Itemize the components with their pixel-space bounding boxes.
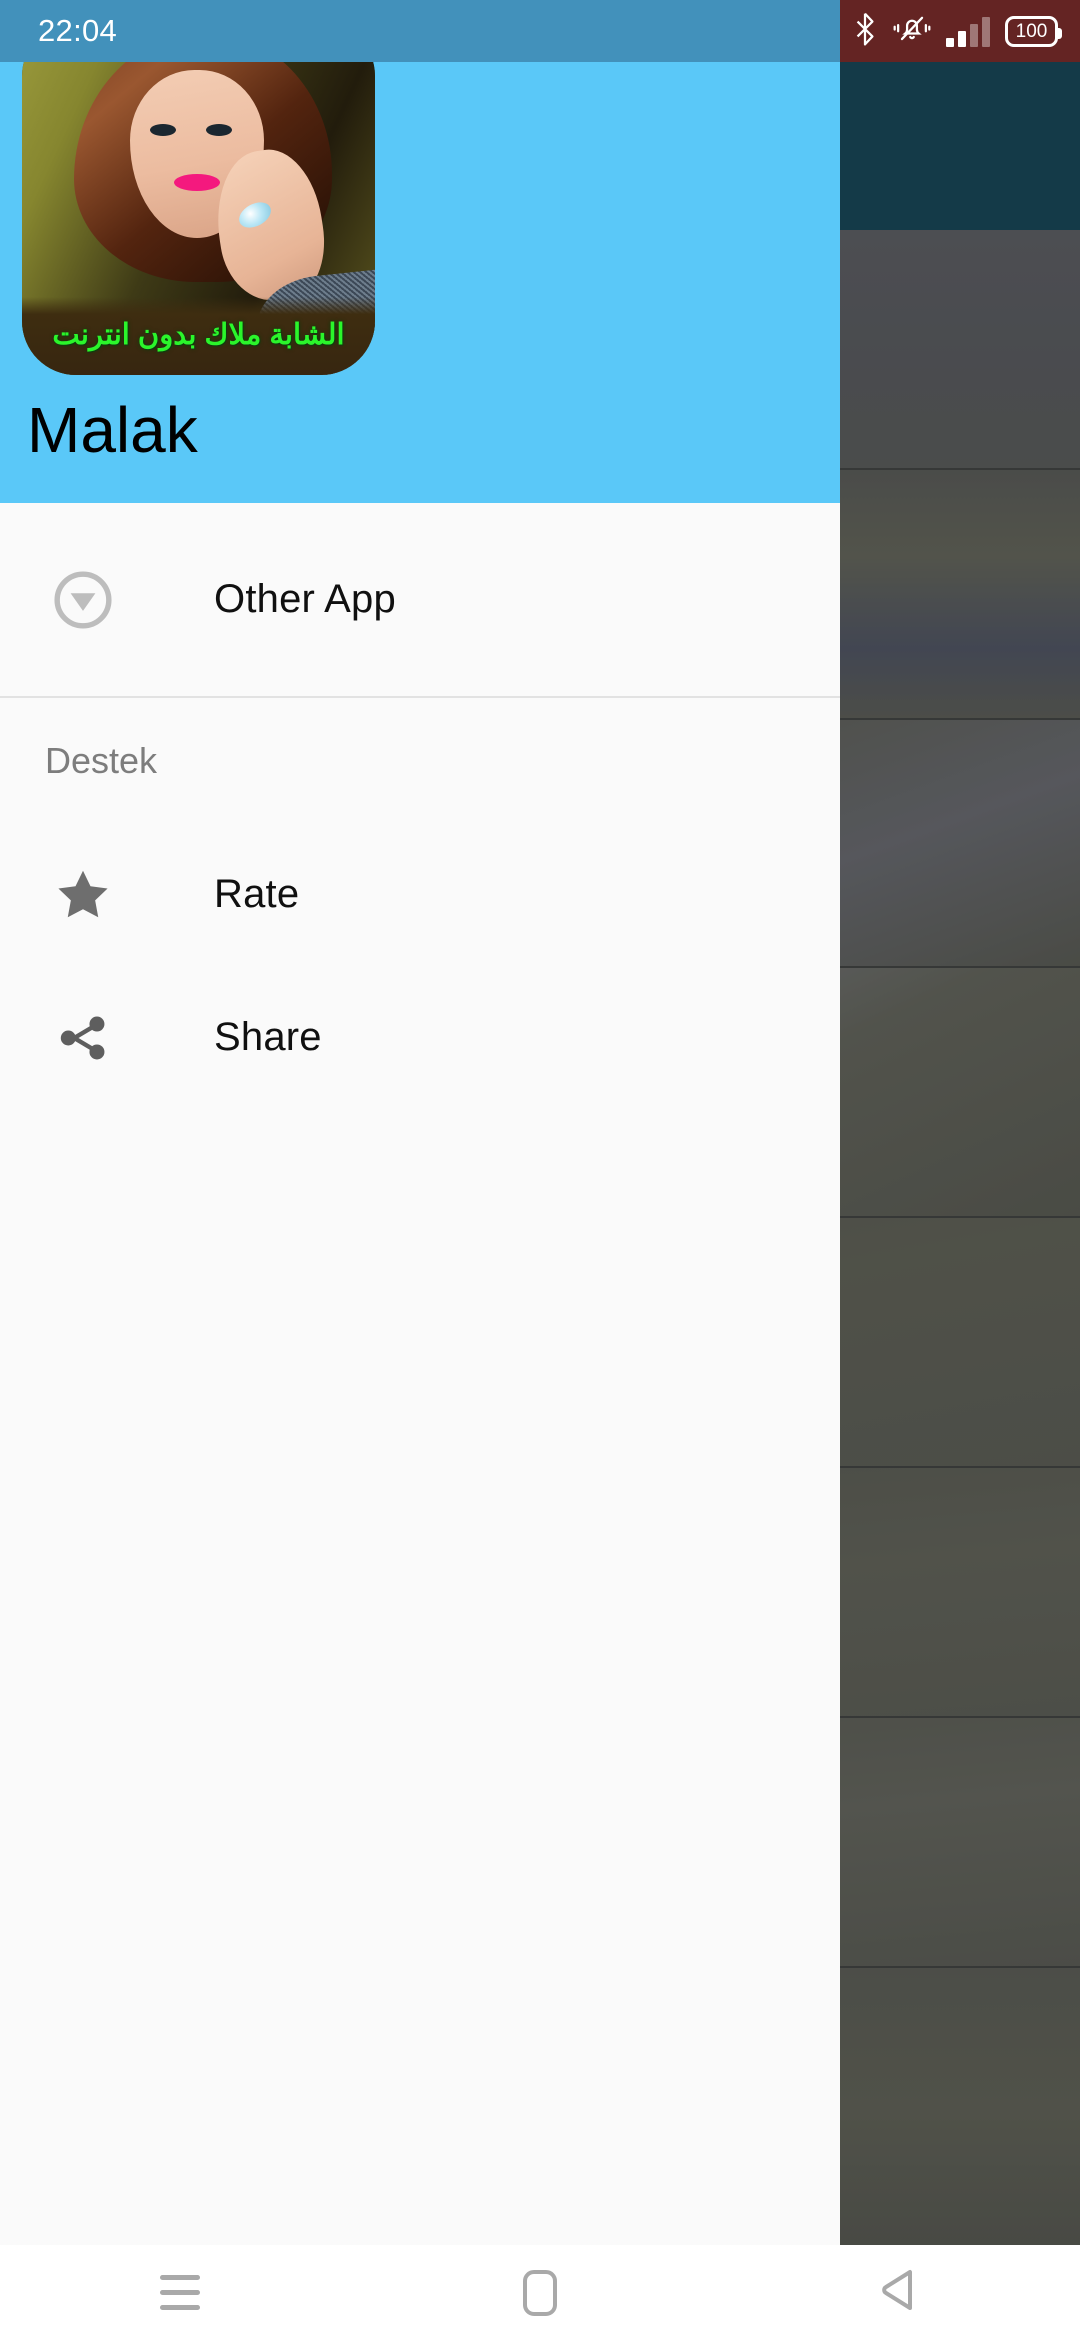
star-icon (36, 864, 130, 926)
bluetooth-icon (852, 12, 878, 51)
status-bar: 22:04 100 (0, 0, 1080, 62)
battery-icon: 100 (1005, 15, 1062, 47)
drawer-section-header: Destek (45, 739, 158, 781)
download-circle-icon (36, 569, 130, 631)
drawer-item-label: Other App (214, 577, 396, 621)
app-icon-banner-text: الشابة ملاك بدون انترنت (52, 318, 345, 351)
system-navigation-bar (0, 2245, 1080, 2340)
app-icon: الشابة ملاك بدون انترنت (22, 22, 375, 375)
app-icon-banner: الشابة ملاك بدون انترنت (22, 297, 375, 375)
drawer-item-rate[interactable]: Rate (0, 823, 840, 966)
phone-screen: الشابة ملاك بدون انترنت Malak Other App … (0, 0, 1080, 2340)
recents-button[interactable] (0, 2245, 360, 2340)
drawer-item-other-app[interactable]: Other App (0, 503, 840, 696)
signal-icon (946, 16, 990, 47)
home-button[interactable] (360, 2245, 720, 2340)
drawer-item-share[interactable]: Share (0, 966, 840, 1109)
status-bar-left-zone (0, 0, 840, 62)
status-bar-icons: 100 (852, 0, 1062, 62)
drawer-item-label: Rate (214, 872, 300, 916)
vibrate-mute-icon (893, 12, 931, 51)
share-icon (36, 1007, 130, 1069)
app-title: Malak (27, 394, 198, 466)
back-triangle-icon (877, 2266, 923, 2319)
status-bar-clock: 22:04 (38, 13, 118, 48)
drawer-menu: Other App Destek Rate Share (0, 503, 840, 1109)
recents-menu-icon (160, 2275, 200, 2310)
navigation-drawer: الشابة ملاك بدون انترنت Malak Other App … (0, 0, 840, 2245)
drawer-header: الشابة ملاك بدون انترنت Malak (0, 0, 840, 503)
home-square-icon (523, 2269, 557, 2316)
back-button[interactable] (720, 2245, 1080, 2340)
drawer-item-label: Share (214, 1015, 322, 1059)
battery-level: 100 (1015, 20, 1048, 42)
